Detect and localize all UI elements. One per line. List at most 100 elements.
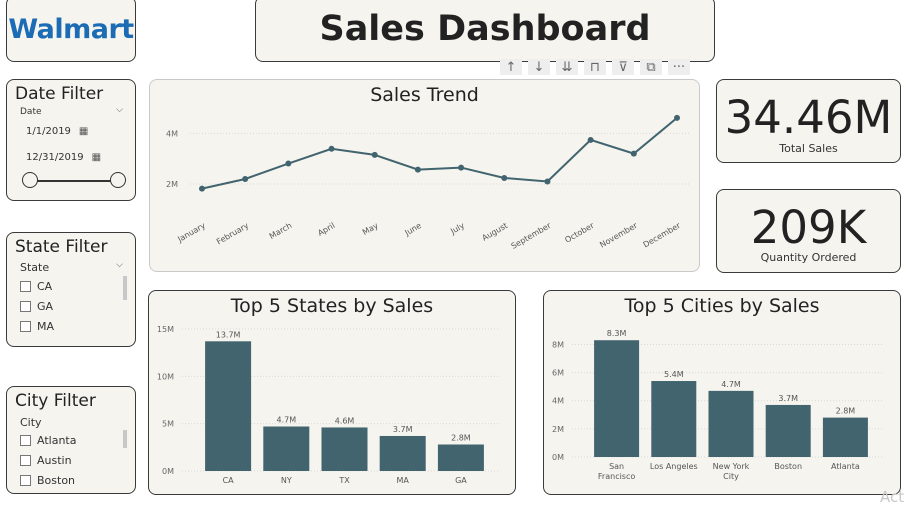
page-title: Sales Dashboard bbox=[319, 9, 651, 49]
date-filter-slicer: Date Filter Date ⌵ 1/1/2019 ▦ 12/31/2019… bbox=[6, 79, 136, 201]
data-point bbox=[501, 174, 508, 181]
scrollbar[interactable] bbox=[123, 430, 127, 448]
state-option-ca[interactable]: CA bbox=[20, 276, 54, 296]
expand-icon[interactable]: ⊓ bbox=[584, 59, 606, 75]
checkbox[interactable] bbox=[20, 434, 31, 446]
x-tick-label: November bbox=[598, 221, 639, 250]
bar bbox=[594, 340, 640, 457]
arrow-down-icon[interactable]: ↓ bbox=[528, 59, 550, 75]
calendar-icon[interactable]: ▦ bbox=[79, 126, 88, 137]
data-label: 3.7M bbox=[393, 425, 413, 434]
data-point bbox=[458, 164, 465, 171]
x-tick-label: NY bbox=[281, 476, 292, 485]
y-tick-label: 5M bbox=[162, 420, 174, 429]
end-date-input[interactable]: 12/31/2019 ▦ bbox=[20, 147, 101, 167]
checkbox[interactable] bbox=[20, 320, 31, 332]
x-tick-label: April bbox=[316, 221, 336, 238]
focus-mode-icon[interactable]: ⧉ bbox=[640, 59, 662, 75]
data-point bbox=[630, 150, 637, 157]
date-range-start-handle[interactable] bbox=[22, 172, 38, 188]
date-field-label: Date bbox=[20, 107, 42, 117]
top-cities-chart: 0M 2M 4M 6M 8M 8.3M SanFrancisco 5.4M Los Angele… bbox=[552, 329, 884, 481]
y-tick-label: 6M bbox=[552, 369, 564, 378]
data-point bbox=[199, 185, 205, 192]
data-point bbox=[242, 175, 249, 182]
date-range-end-handle[interactable] bbox=[110, 172, 126, 188]
checkbox[interactable] bbox=[20, 300, 31, 312]
x-tick-label: City bbox=[723, 472, 739, 481]
data-label: 4.7M bbox=[721, 380, 741, 389]
x-tick-label: Los Angeles bbox=[650, 462, 698, 471]
x-tick-label: CA bbox=[223, 476, 235, 485]
data-point bbox=[328, 145, 335, 152]
dashboard-title-card: Sales Dashboard bbox=[255, 0, 715, 62]
city-option-label: Atlanta bbox=[37, 433, 77, 447]
data-point bbox=[544, 178, 551, 185]
total-sales-card: 34.46M Total Sales bbox=[716, 79, 901, 163]
calendar-icon[interactable]: ▦ bbox=[92, 152, 101, 163]
y-tick-label: 4M bbox=[552, 397, 564, 406]
x-tick-label: January bbox=[175, 221, 207, 245]
visual-header-toolbar: ↑ ↓ ⇊ ⊓ ⊽ ⧉ ··· bbox=[500, 58, 700, 76]
x-tick-label: October bbox=[563, 221, 596, 245]
x-tick-label: March bbox=[268, 221, 294, 241]
city-option-boston[interactable]: Boston bbox=[20, 470, 76, 490]
bar bbox=[765, 404, 811, 457]
y-tick-label: 15M bbox=[157, 325, 174, 334]
state-checkbox-list: CA GA MA bbox=[20, 276, 54, 336]
state-option-ga[interactable]: GA bbox=[20, 296, 54, 316]
y-tick-label: 0M bbox=[552, 453, 564, 462]
bar bbox=[708, 390, 754, 457]
chevron-down-icon[interactable]: ⌵ bbox=[116, 260, 123, 270]
start-date-value: 1/1/2019 bbox=[26, 125, 71, 137]
bar bbox=[437, 444, 484, 471]
y-tick-label: 2M bbox=[552, 425, 564, 434]
checkbox[interactable] bbox=[20, 474, 31, 486]
data-label: 4.6M bbox=[335, 416, 355, 425]
sales-trend-chart: 2M 4M January February March April May June July… bbox=[166, 114, 690, 251]
y-tick-label: 8M bbox=[552, 340, 564, 349]
top-states-chart: 0M 5M 10M 15M 13.7M CA 4.7M NY 4.6M TX 3.7M MA 2.8M G… bbox=[157, 325, 500, 485]
checkbox[interactable] bbox=[20, 280, 31, 292]
state-filter-slicer: State Filter State ⌵ CA GA MA bbox=[6, 232, 136, 347]
chevron-down-icon[interactable]: ⌵ bbox=[116, 105, 123, 115]
x-tick-label: June bbox=[402, 221, 423, 238]
checkbox[interactable] bbox=[20, 454, 31, 466]
start-date-input[interactable]: 1/1/2019 ▦ bbox=[20, 121, 88, 141]
city-option-austin[interactable]: Austin bbox=[20, 450, 76, 470]
activate-windows-watermark: Act bbox=[880, 488, 905, 506]
bar bbox=[822, 417, 868, 457]
y-tick-label: 4M bbox=[166, 129, 178, 138]
quantity-ordered-card: 209K Quantity Ordered bbox=[716, 189, 901, 273]
bar bbox=[205, 341, 252, 471]
arrow-up-icon[interactable]: ↑ bbox=[500, 59, 522, 75]
top-states-card: Top 5 States by Sales 0M 5M 10M 15M 13.7M CA 4… bbox=[148, 290, 516, 495]
data-point bbox=[587, 136, 594, 143]
walmart-logo-card: Walmart bbox=[6, 0, 136, 62]
quantity-ordered-value: 209K bbox=[750, 201, 867, 254]
data-label: 2.8M bbox=[836, 407, 856, 416]
more-options-icon[interactable]: ··· bbox=[668, 59, 690, 75]
walmart-logo: Walmart bbox=[8, 13, 134, 45]
bar bbox=[651, 381, 697, 457]
top-cities-card: Top 5 Cities by Sales 0M 2M 4M 6M 8M 8.3M San F… bbox=[543, 290, 901, 495]
x-tick-label: San bbox=[609, 462, 624, 471]
double-arrow-down-icon[interactable]: ⇊ bbox=[556, 59, 578, 75]
x-tick-label: Boston bbox=[774, 462, 802, 471]
city-option-label: Boston bbox=[37, 473, 76, 487]
x-tick-label: MA bbox=[397, 476, 410, 485]
state-field-label: State bbox=[20, 261, 50, 274]
scrollbar[interactable] bbox=[123, 276, 127, 300]
city-option-atlanta[interactable]: Atlanta bbox=[20, 430, 76, 450]
date-range-track[interactable] bbox=[30, 180, 118, 182]
state-filter-title: State Filter bbox=[15, 237, 108, 257]
city-filter-slicer: City Filter City Atlanta Austin Boston bbox=[6, 386, 136, 494]
state-option-ma[interactable]: MA bbox=[20, 316, 54, 336]
city-checkbox-list: Atlanta Austin Boston bbox=[20, 430, 76, 490]
data-label: 13.7M bbox=[216, 330, 241, 339]
y-tick-label: 0M bbox=[162, 467, 174, 476]
filter-icon[interactable]: ⊽ bbox=[612, 59, 634, 75]
data-label: 2.8M bbox=[451, 433, 471, 442]
data-label: 4.7M bbox=[276, 416, 296, 425]
bar bbox=[263, 426, 310, 471]
